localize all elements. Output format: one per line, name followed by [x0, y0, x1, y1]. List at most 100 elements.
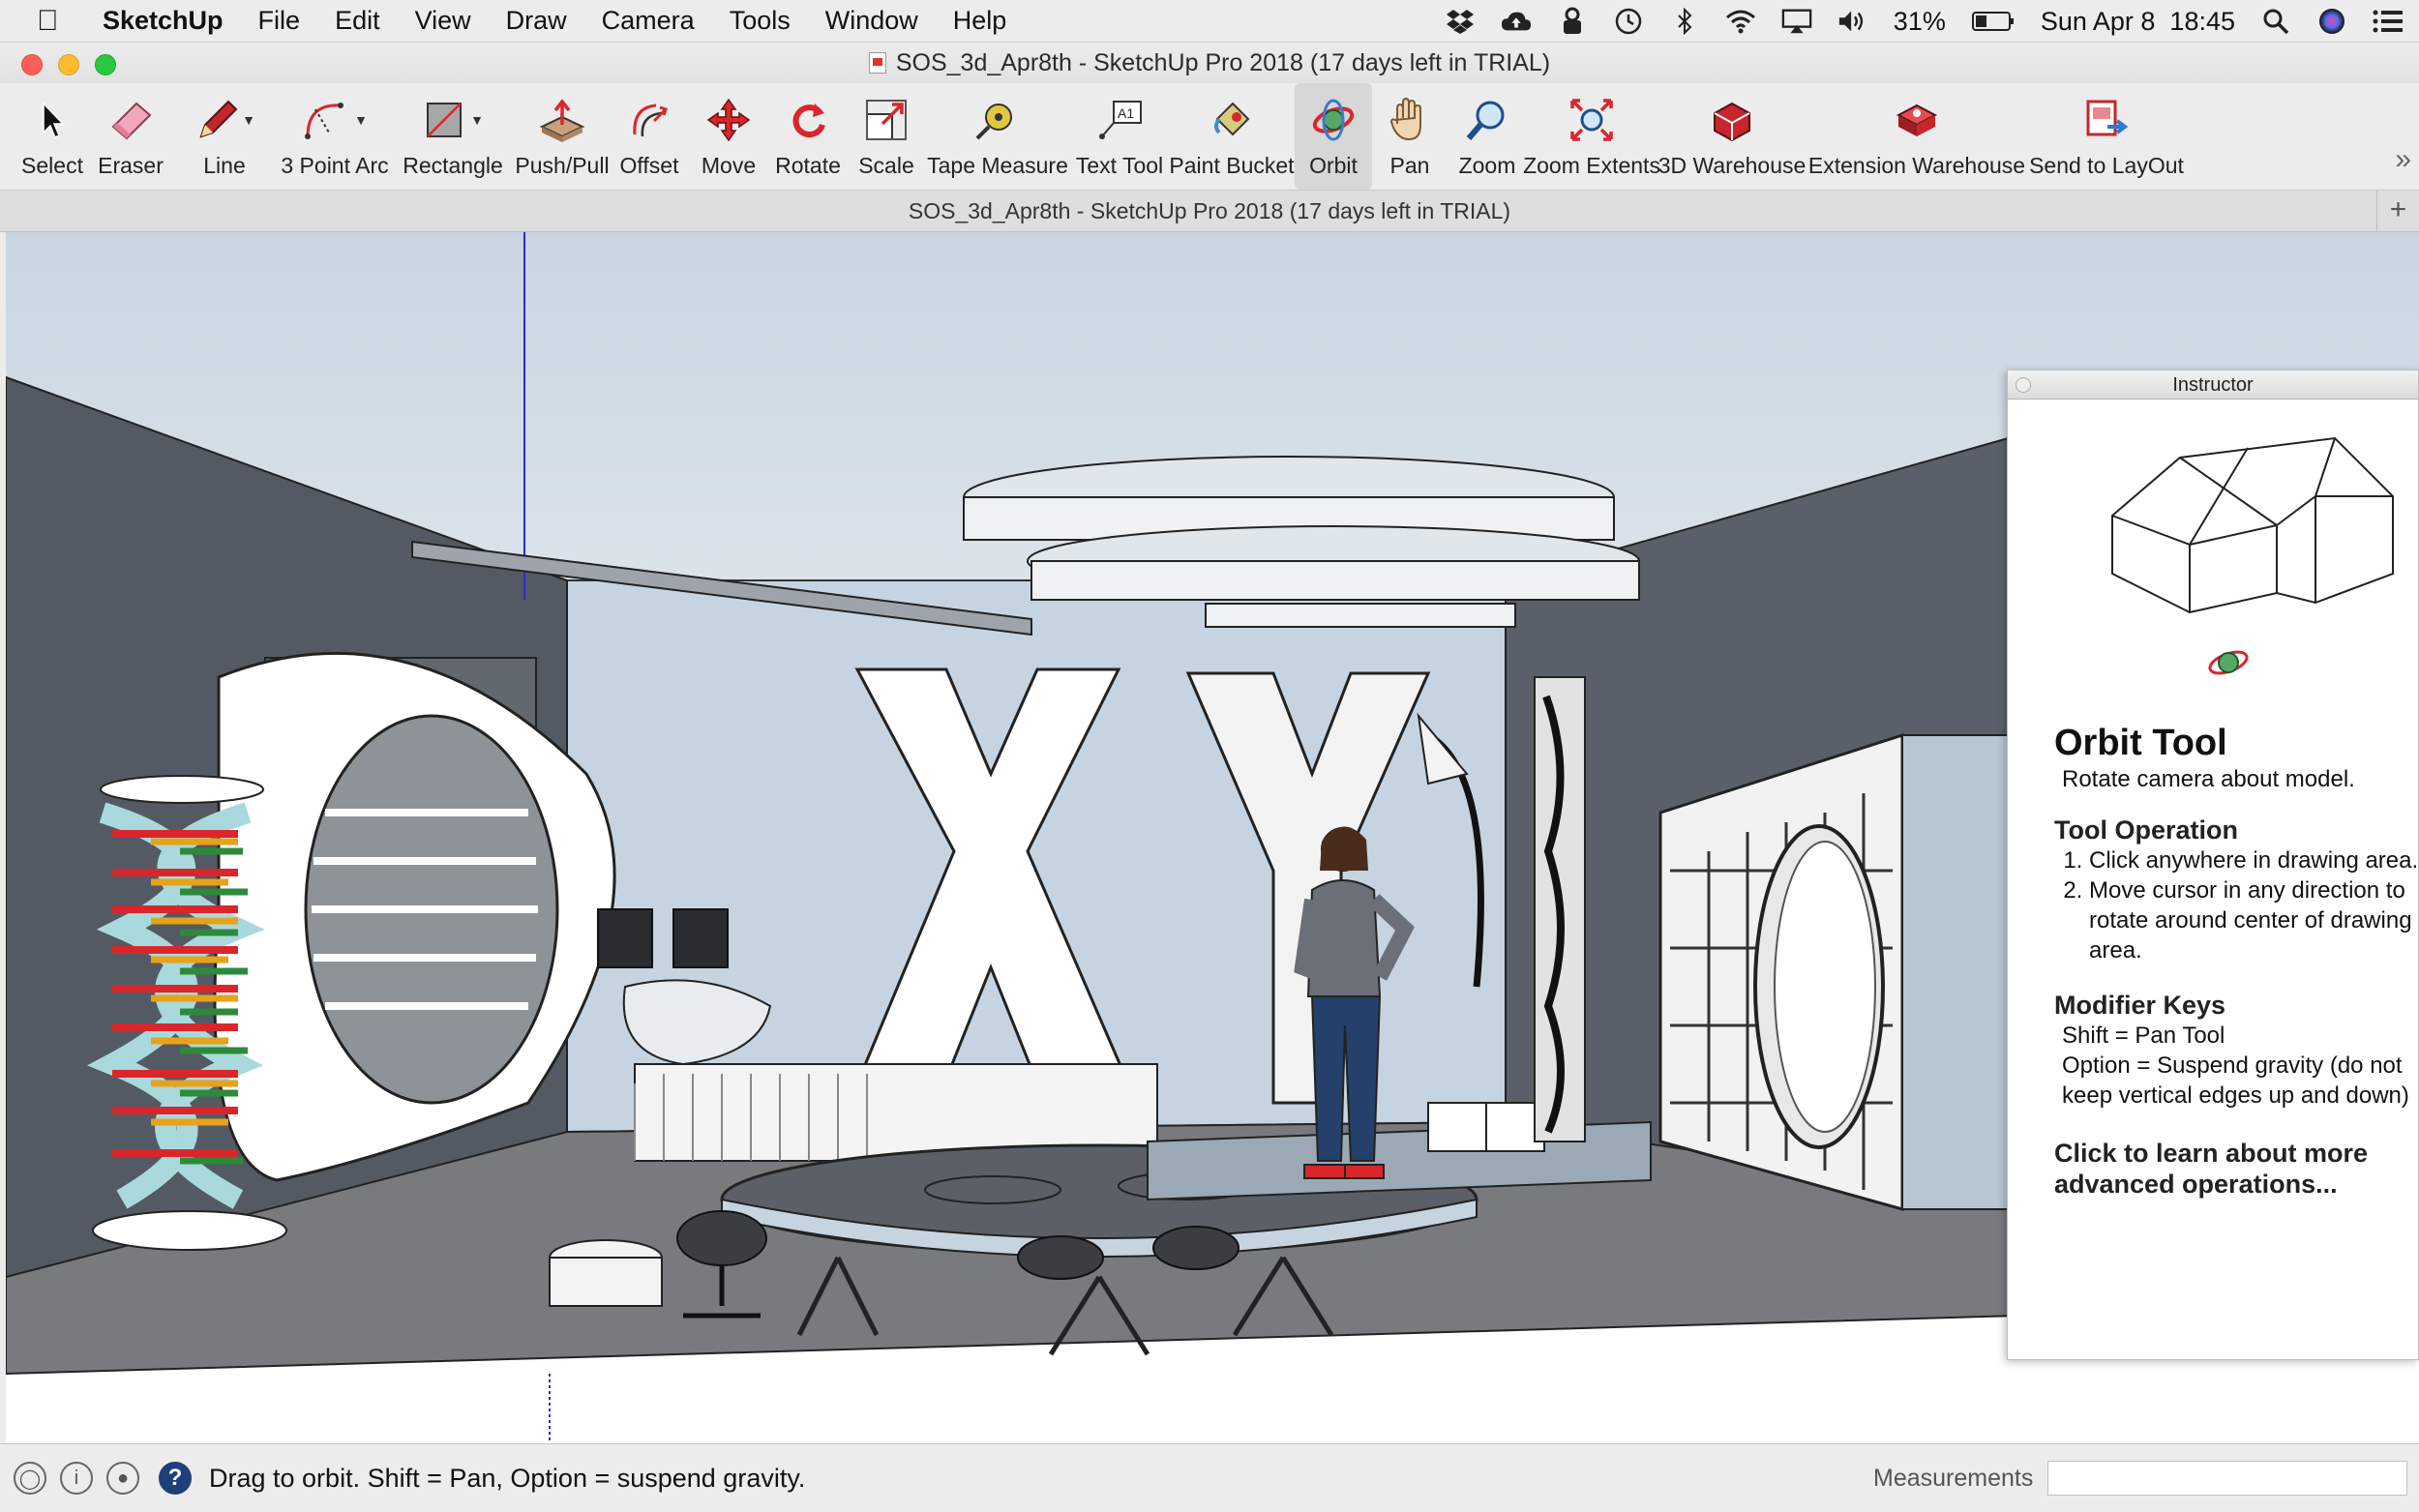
orbit-illustration — [2054, 400, 2418, 709]
tool-send-to-layout[interactable]: Send to LayOut — [2026, 83, 2187, 190]
minimize-window-button[interactable] — [58, 54, 79, 75]
menu-window[interactable]: Window — [825, 6, 918, 36]
send-to-layout-icon — [2082, 93, 2131, 147]
apple-icon[interactable]:  — [37, 5, 79, 38]
tool-select[interactable]: Select — [14, 83, 91, 190]
status-hint: Drag to orbit. Shift = Pan, Option = sus… — [209, 1463, 806, 1493]
tool-rectangle[interactable]: ▼ Rectangle — [391, 83, 515, 190]
svg-text:A1: A1 — [1118, 105, 1134, 121]
geo-location-icon[interactable]: ◯ — [14, 1462, 46, 1495]
measurements-input[interactable] — [2047, 1461, 2407, 1496]
instructor-tool-title: Orbit Tool — [2054, 723, 2227, 763]
dropbox-icon[interactable] — [1445, 6, 1476, 37]
instructor-close-button[interactable] — [2016, 377, 2031, 393]
menu-clock[interactable]: Sun Apr 8 18:45 — [2041, 7, 2235, 37]
offset-icon — [627, 93, 672, 147]
tool-pan[interactable]: Pan — [1372, 83, 1448, 190]
window-titlebar[interactable]: SOS_3d_Apr8th - SketchUp Pro 2018 (17 da… — [0, 43, 2419, 83]
instructor-learn-more-link[interactable]: Click to learn about more advanced opera… — [2054, 1138, 2383, 1200]
wifi-icon[interactable] — [1725, 6, 1756, 37]
instructor-operation-heading: Tool Operation — [2054, 815, 2238, 845]
large-tool-set: Select Eraser ▼ Line ▼ 3 Point Arc ▼ Rec… — [0, 83, 2419, 190]
eraser-icon — [107, 93, 154, 147]
help-icon[interactable]: ? — [159, 1462, 192, 1495]
battery-icon[interactable] — [1971, 6, 2016, 37]
tool-orbit[interactable]: Orbit — [1295, 83, 1372, 190]
instructor-modifier: Shift = Pan Tool — [2062, 1023, 2225, 1049]
menu-view[interactable]: View — [415, 6, 471, 36]
rectangle-icon: ▼ — [422, 93, 484, 147]
instructor-window-title: Instructor — [2172, 374, 2254, 396]
push-pull-icon — [538, 93, 586, 147]
menu-tools[interactable]: Tools — [730, 6, 791, 36]
sketchup-window: SOS_3d_Apr8th - SketchUp Pro 2018 (17 da… — [0, 43, 2419, 1512]
airplay-icon[interactable] — [1781, 6, 1812, 37]
document-tab-bar: SOS_3d_Apr8th - SketchUp Pro 2018 (17 da… — [0, 190, 2419, 232]
zoom-icon — [1465, 93, 1509, 147]
user-account-icon[interactable]: ● — [106, 1462, 139, 1495]
instructor-panel: Instructor Orbit Tool Rotate camera abou… — [2007, 370, 2419, 1360]
tool-tape-measure[interactable]: Tape Measure — [925, 83, 1070, 190]
tool-text[interactable]: A1 Text Tool — [1070, 83, 1169, 190]
menu-camera[interactable]: Camera — [602, 6, 695, 36]
time-machine-icon[interactable] — [1613, 6, 1644, 37]
pencil-icon: ▼ — [194, 93, 255, 147]
tool-scale[interactable]: Scale — [848, 83, 925, 190]
pan-hand-icon — [1388, 93, 1432, 147]
tool-paint-bucket[interactable]: Paint Bucket — [1169, 83, 1295, 190]
paint-bucket-icon — [1208, 93, 1256, 147]
tool-zoom-extents[interactable]: Zoom Extents — [1523, 83, 1660, 190]
new-tab-button[interactable]: + — [2376, 191, 2419, 231]
status-tray: 31% Sun Apr 8 18:45 — [1445, 0, 2404, 43]
document-tab[interactable]: SOS_3d_Apr8th - SketchUp Pro 2018 (17 da… — [909, 198, 1510, 223]
spotlight-search-icon[interactable] — [2260, 6, 2291, 37]
instructor-tool-desc: Rotate camera about model. — [2062, 766, 2355, 792]
user-lock-icon[interactable] — [1557, 6, 1588, 37]
instructor-steps: Click anywhere in drawing area. Move cur… — [2054, 845, 2418, 965]
tool-offset[interactable]: Offset — [610, 83, 689, 190]
extension-warehouse-icon — [1893, 93, 1941, 147]
tool-move[interactable]: Move — [689, 83, 768, 190]
bluetooth-icon[interactable] — [1669, 6, 1700, 37]
3d-warehouse-icon — [1709, 93, 1755, 147]
tool-3d-warehouse[interactable]: 3D Warehouse — [1657, 83, 1807, 190]
tape-measure-icon — [973, 93, 1022, 147]
menu-app[interactable]: SketchUp — [103, 6, 224, 36]
zoom-extents-icon — [1568, 93, 1615, 147]
rotate-icon — [786, 93, 830, 147]
battery-percent: 31% — [1893, 6, 1946, 36]
close-window-button[interactable] — [21, 54, 43, 75]
notification-center-icon[interactable] — [2373, 6, 2404, 37]
menu-bar:  SketchUp File Edit View Draw Camera To… — [0, 0, 2419, 43]
move-icon — [706, 93, 751, 147]
tool-line[interactable]: ▼ Line — [170, 83, 279, 190]
scale-icon — [863, 93, 910, 147]
instructor-step: Move cursor in any direction to rotate a… — [2089, 875, 2418, 965]
tool-eraser[interactable]: Eraser — [91, 83, 170, 190]
orbit-icon — [2208, 650, 2249, 675]
instructor-step: Click anywhere in drawing area. — [2089, 845, 2418, 875]
orbit-icon — [1309, 93, 1358, 147]
measurements-label: Measurements — [1873, 1464, 2034, 1492]
tool-zoom[interactable]: Zoom — [1448, 83, 1527, 190]
tool-push-pull[interactable]: Push/Pull — [515, 83, 610, 190]
arrow-cursor-icon — [38, 93, 67, 147]
menu-draw[interactable]: Draw — [506, 6, 567, 36]
tool-rotate[interactable]: Rotate — [768, 83, 848, 190]
document-icon — [868, 52, 886, 74]
toolbar-overflow-chevron[interactable]: » — [2395, 143, 2411, 176]
cloud-upload-icon[interactable] — [1501, 6, 1532, 37]
text-tool-icon: A1 — [1096, 93, 1143, 147]
volume-icon[interactable] — [1837, 6, 1868, 37]
menu-edit[interactable]: Edit — [335, 6, 380, 36]
status-bar: ◯ i ● ? Drag to orbit. Shift = Pan, Opti… — [0, 1443, 2419, 1512]
menu-file[interactable]: File — [258, 6, 301, 36]
instructor-modifier-heading: Modifier Keys — [2054, 991, 2226, 1020]
credits-info-icon[interactable]: i — [60, 1462, 93, 1495]
zoom-window-button[interactable] — [95, 54, 116, 75]
tool-3-point-arc[interactable]: ▼ 3 Point Arc — [279, 83, 391, 190]
siri-icon[interactable] — [2316, 6, 2347, 37]
instructor-titlebar[interactable]: Instructor — [2008, 371, 2418, 400]
tool-extension-warehouse[interactable]: Extension Warehouse — [1807, 83, 2026, 190]
menu-help[interactable]: Help — [953, 6, 1007, 36]
